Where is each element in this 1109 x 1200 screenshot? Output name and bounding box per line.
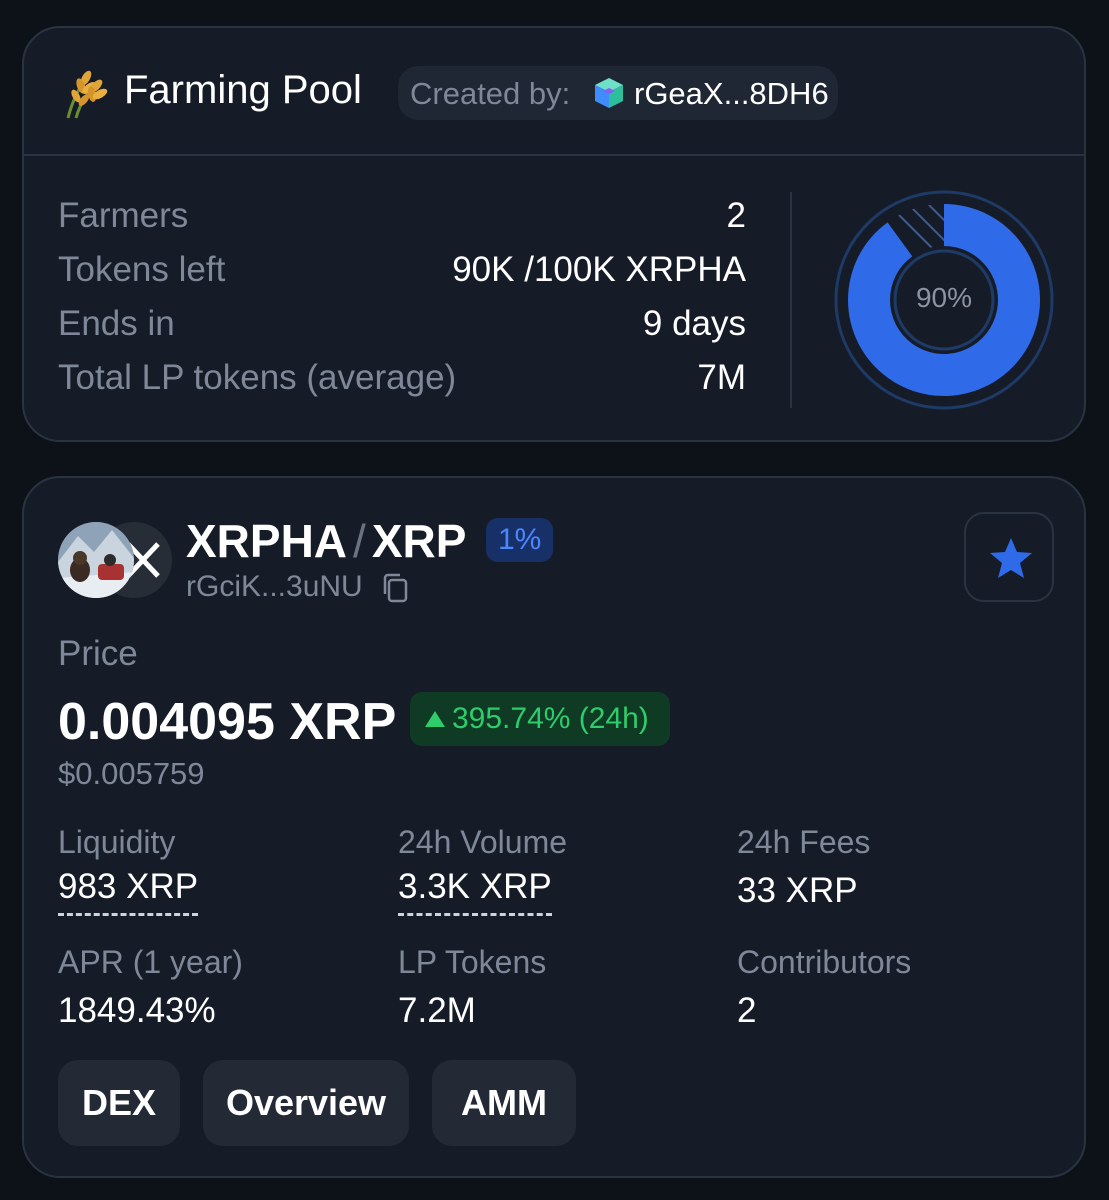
- stats-divider: [790, 192, 792, 408]
- farming-pool-card: Farming Pool Created by: rGeaX...8DH6 Fa…: [22, 26, 1086, 442]
- token-image: [58, 522, 134, 598]
- metric-value: 2: [737, 991, 757, 1030]
- stat-label: Tokens left: [58, 250, 226, 289]
- metric-contributors: Contributors 2: [737, 944, 1037, 1031]
- price-label: Price: [58, 634, 138, 673]
- creator-address: rGeaX...8DH6: [634, 76, 829, 111]
- metric-apr: APR (1 year) 1849.43%: [58, 944, 358, 1031]
- price-change-text: 395.74% (24h): [452, 702, 649, 735]
- stat-value: 90K /100K XRPHA: [452, 250, 746, 289]
- stat-label: Farmers: [58, 196, 189, 235]
- metric-label: LP Tokens: [398, 944, 547, 980]
- stat-row-total-lp: Total LP tokens (average) 7M: [58, 358, 746, 398]
- metric-value: 1849.43%: [58, 991, 216, 1030]
- price-usd: $0.005759: [58, 756, 205, 791]
- pair-name: XRPHA / XRP: [186, 514, 466, 568]
- farming-pool-header: Farming Pool Created by: rGeaX...8DH6: [24, 28, 1084, 156]
- star-icon: [990, 538, 1032, 578]
- triangle-up-icon: [425, 711, 445, 727]
- progress-label: 90%: [915, 282, 973, 313]
- price-change-badge: 395.74% (24h): [410, 692, 670, 746]
- created-by-label: Created by:: [410, 76, 571, 111]
- stat-row-tokens-left: Tokens left 90K /100K XRPHA: [58, 250, 746, 290]
- fee-badge: 1%: [486, 518, 554, 562]
- token-avatar: [58, 522, 134, 598]
- metric-value[interactable]: 983 XRP: [58, 867, 199, 916]
- stat-row-ends-in: Ends in 9 days: [58, 304, 746, 344]
- dex-button[interactable]: DEX: [58, 1060, 180, 1146]
- stat-value: 7M: [697, 358, 746, 397]
- progress-donut: 90%: [832, 188, 1056, 412]
- metric-label: Contributors: [737, 944, 912, 980]
- stat-row-farmers: Farmers 2: [58, 196, 746, 236]
- copy-icon[interactable]: [380, 572, 410, 604]
- pool-card: XRPHA / XRP 1% rGciK...3uNU Price 0.004095…: [22, 476, 1086, 1178]
- metric-lp-tokens: LP Tokens 7.2M: [398, 944, 698, 1031]
- pair-separator: /: [353, 515, 366, 567]
- farming-pool-title: Farming Pool: [124, 68, 362, 112]
- favorite-button[interactable]: [964, 512, 1054, 602]
- metric-value[interactable]: 3.3K XRP: [398, 867, 552, 916]
- cube-icon: [595, 78, 623, 108]
- stat-label: Ends in: [58, 304, 175, 343]
- pool-address: rGciK...3uNU: [186, 570, 363, 603]
- metric-value: 7.2M: [398, 991, 476, 1030]
- creator-pill[interactable]: Created by: rGeaX...8DH6: [398, 66, 838, 120]
- price-value: 0.004095 XRP: [58, 693, 397, 751]
- metric-label: APR (1 year): [58, 944, 243, 980]
- stat-label: Total LP tokens (average): [58, 358, 457, 397]
- metric-value: 33 XRP: [737, 871, 858, 910]
- stat-value: 9 days: [642, 304, 746, 343]
- overview-button[interactable]: Overview: [203, 1060, 409, 1146]
- metric-24h-volume: 24h Volume 3.3K XRP: [398, 824, 698, 916]
- wheat-icon: [66, 70, 108, 119]
- metric-label: 24h Volume: [398, 824, 568, 860]
- metric-label: 24h Fees: [737, 824, 871, 860]
- metric-24h-fees: 24h Fees 33 XRP: [737, 824, 1037, 911]
- quote-token: XRP: [371, 515, 467, 567]
- amm-button[interactable]: AMM: [432, 1060, 576, 1146]
- stat-value: 2: [726, 196, 746, 235]
- metric-liquidity: Liquidity 983 XRP: [58, 824, 358, 916]
- base-token: XRPHA: [186, 515, 348, 567]
- metric-label: Liquidity: [58, 824, 176, 860]
